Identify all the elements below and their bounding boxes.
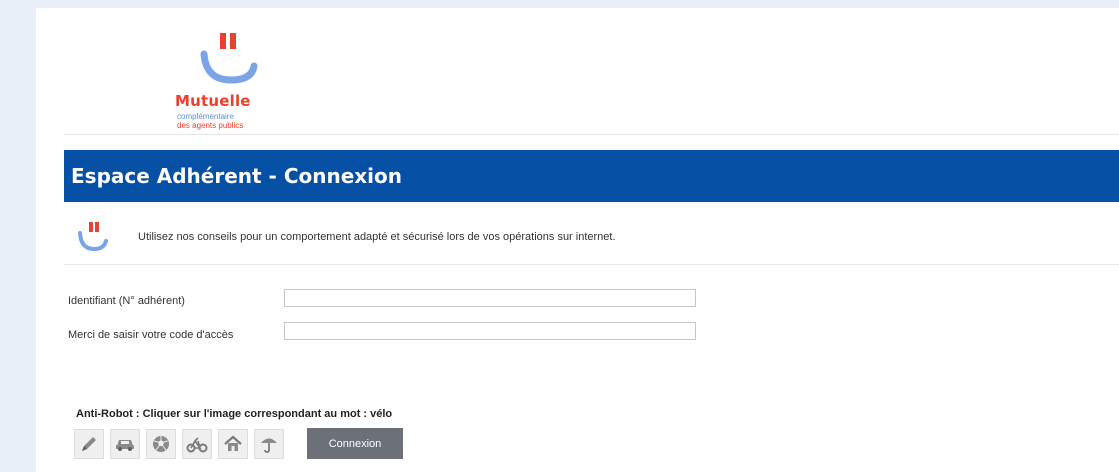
car-icon — [116, 440, 134, 451]
antirobot-instruction: Anti-Robot : Cliquer sur l'image corresp… — [76, 408, 393, 420]
security-advice-text: Utilisez nos conseils pour un comporteme… — [138, 231, 616, 243]
divider — [64, 264, 1119, 265]
divider — [64, 134, 1119, 135]
access-code-label: Merci de saisir votre code d'accès — [68, 329, 234, 341]
identifiant-input[interactable] — [284, 289, 696, 307]
captcha-option-house[interactable] — [218, 429, 248, 459]
captcha-option-bicycle[interactable] — [182, 429, 212, 459]
brand-tagline-2: des agents publics — [177, 121, 244, 130]
smile-logo-icon — [200, 33, 258, 84]
captcha-option-umbrella[interactable] — [254, 429, 284, 459]
captcha-option-car[interactable] — [110, 429, 140, 459]
access-code-input[interactable] — [284, 322, 696, 340]
captcha-option-ball[interactable] — [146, 429, 176, 459]
antirobot-options — [74, 429, 284, 459]
page-banner: Espace Adhérent - Connexion — [64, 150, 1119, 202]
house-icon — [224, 435, 242, 451]
ball-icon — [153, 436, 169, 452]
umbrella-icon — [261, 438, 277, 453]
captcha-option-pencil[interactable] — [74, 429, 104, 459]
pencil-icon — [82, 437, 96, 451]
identifiant-label: Identifiant (N° adhérent) — [68, 295, 185, 307]
bicycle-icon — [186, 437, 208, 453]
connexion-button[interactable]: Connexion — [307, 428, 403, 459]
login-page: Mutuelle complémentaire des agents publi… — [36, 8, 1119, 472]
page-title: Espace Adhérent - Connexion — [71, 164, 403, 188]
brand-name: Mutuelle — [175, 92, 251, 110]
brand-tagline-1: complémentaire — [177, 112, 234, 121]
smile-logo-icon — [78, 222, 108, 252]
